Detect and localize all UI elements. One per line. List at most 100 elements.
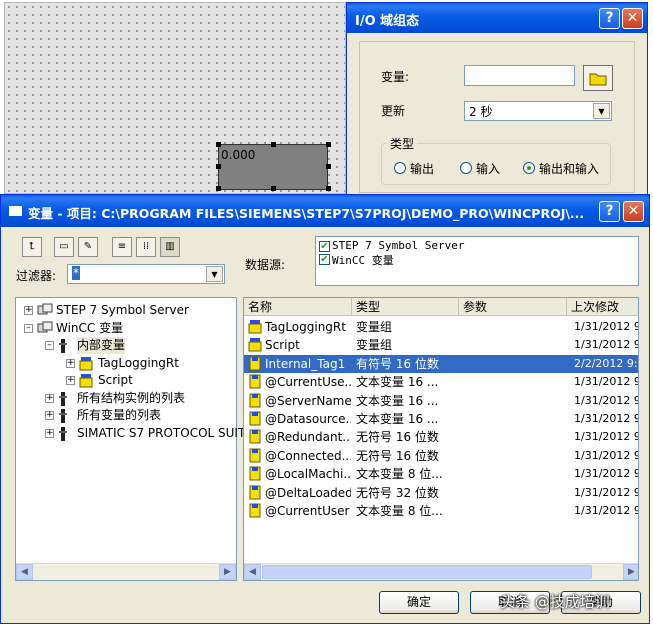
datasource-step7-checkbox[interactable]: ✔ (319, 241, 330, 252)
tag-group-icon (248, 338, 262, 352)
tree-node[interactable]: + SIMATIC S7 PROTOCOL SUIT (16, 425, 245, 442)
scroll-right-icon[interactable]: ▶ (623, 564, 638, 580)
chevron-down-icon[interactable]: ▼ (593, 103, 610, 119)
table-row[interactable]: @DeltaLoaded 无符号 32 位数 1/31/2012 9 (244, 484, 638, 502)
cell-name: Internal_Tag1 (265, 356, 346, 371)
column-header-modified[interactable]: 上次修改 (567, 298, 638, 316)
tree-pane[interactable]: + STEP 7 Symbol Server – WinCC 变量 – 内部变量 + TagL… (15, 297, 245, 581)
io-field-value: 0.000 (221, 148, 256, 162)
connector-icon (59, 391, 67, 406)
tree-node[interactable]: – 内部变量 (16, 337, 236, 354)
tree-horizontal-scrollbar[interactable]: ◀ ▶ (16, 563, 236, 580)
tree-node-label: 内部变量 (77, 337, 126, 354)
resize-handle-tr[interactable] (326, 142, 331, 147)
window-icon (9, 206, 22, 216)
table-row[interactable]: @Connected... 无符号 16 位数 1/31/2012 9 (244, 447, 638, 465)
datasource-list[interactable]: ✔ STEP 7 Symbol Server ✔ WinCC 变量 (315, 236, 639, 286)
column-header-name[interactable]: 名称 (244, 298, 352, 316)
variable-input[interactable] (464, 65, 575, 86)
update-label: 更新 (381, 104, 406, 118)
resize-handle-b[interactable] (271, 186, 276, 191)
main-dialog-title: 变量 - 项目: C:\PROGRAM FILES\SIEMENS\STEP7\… (28, 206, 585, 221)
resize-handle-bl[interactable] (216, 186, 221, 191)
design-canvas[interactable]: 0.000 (4, 2, 346, 194)
resize-handle-t[interactable] (271, 142, 276, 147)
tree-node[interactable]: + Script (16, 372, 236, 389)
tile-view-icon: ⁞⁞ (142, 241, 150, 252)
datasource-wincc-checkbox[interactable]: ✔ (319, 254, 330, 265)
table-row[interactable]: @Redundant... 无符号 16 位数 1/31/2012 9 (244, 428, 639, 446)
up-folder-button[interactable]: ⮤ (22, 237, 42, 257)
tree-expander-icon[interactable]: + (24, 306, 33, 315)
tree-expander-icon[interactable]: + (45, 411, 54, 420)
list-horizontal-scrollbar[interactable]: ◀ ▶ (244, 563, 638, 580)
tree-expander-icon[interactable]: + (45, 428, 54, 438)
tree-expander-icon[interactable]: + (66, 376, 75, 385)
tree-expander-icon[interactable]: – (45, 341, 54, 350)
radio-output[interactable] (394, 162, 406, 174)
tag-icon (249, 411, 261, 426)
scroll-left-icon[interactable]: ◀ (244, 564, 261, 580)
resize-handle-br[interactable] (326, 186, 331, 191)
resize-handle-tl[interactable] (216, 142, 221, 147)
tree-node[interactable]: – WinCC 变量 (16, 320, 236, 337)
column-header-param[interactable]: 参数 (459, 298, 567, 316)
tree-node-label: STEP 7 Symbol Server (56, 303, 189, 317)
table-row[interactable]: @CurrentUser 文本变量 8 位... 1/31/2012 9 (244, 502, 638, 520)
cell-modified: 1/31/2012 9 (574, 393, 639, 407)
table-row[interactable]: Script 变量组 1/31/2012 9 (244, 336, 638, 354)
tree-expander-icon[interactable]: + (45, 393, 54, 403)
scroll-left-icon[interactable]: ◀ (16, 564, 33, 580)
io-dialog-close-button[interactable]: ✕ (622, 8, 643, 29)
cell-name: Script (265, 338, 300, 353)
tree-expander-icon[interactable]: + (66, 358, 75, 368)
tag-group-icon (248, 320, 262, 334)
table-row[interactable]: Internal_Tag1 有符号 16 位数 2/2/2012 9: (244, 354, 638, 374)
io-field-object[interactable]: 0.000 (218, 144, 328, 190)
datasource-label: 数据源: (245, 258, 286, 272)
table-row[interactable]: @ServerName 文本变量 16 ... 1/31/2012 9 (244, 392, 639, 410)
table-row[interactable]: TagLoggingRt 变量组 1/31/2012 9 (244, 318, 638, 336)
tree-node[interactable]: + STEP 7 Symbol Server (16, 302, 236, 319)
update-select[interactable]: 2 秒 ▼ (464, 101, 612, 121)
table-row[interactable]: @CurrentUse... 文本变量 16 ... 1/31/2012 9 (244, 373, 638, 391)
tree-expander-icon[interactable]: – (24, 323, 33, 333)
view-tiles-button[interactable]: ⁞⁞ (136, 237, 156, 257)
resize-handle-l[interactable] (216, 164, 221, 169)
tree-node-label: SIMATIC S7 PROTOCOL SUIT (77, 425, 246, 440)
cell-type: 变量组 (356, 338, 393, 353)
radio-output-input[interactable] (523, 162, 535, 174)
browse-variable-button[interactable] (583, 65, 613, 91)
scroll-thumb[interactable] (262, 565, 592, 579)
table-row[interactable]: @LocalMachi... 文本变量 8 位... 1/31/2012 9 (244, 465, 638, 483)
chevron-down-icon[interactable]: ▼ (206, 266, 223, 282)
view-list-button[interactable]: ≡ (112, 237, 132, 257)
cell-modified: 1/31/2012 9 (574, 430, 639, 444)
filter-combobox[interactable]: * ▼ (67, 264, 225, 284)
cell-modified: 1/31/2012 9 (574, 412, 639, 425)
tree-node[interactable]: + 所有结构实例的列表 (16, 390, 236, 407)
cell-name: @LocalMachi... (265, 467, 351, 482)
cell-type: 文本变量 16 ... (356, 412, 439, 426)
column-header-type[interactable]: 类型 (352, 298, 459, 316)
tree-node[interactable]: + TagLoggingRt (16, 355, 236, 372)
edit-button[interactable]: ✎ (78, 237, 98, 257)
main-dialog-help-button[interactable]: ? (599, 201, 620, 222)
tree-node[interactable]: + 所有变量的列表 (16, 407, 236, 424)
new-group-button[interactable]: ▭ (54, 237, 74, 257)
tag-icon (249, 466, 261, 481)
variable-browser-dialog: 变量 - 项目: C:\PROGRAM FILES\SIEMENS\STEP7\… (0, 194, 650, 624)
radio-output-label: 输出 (410, 162, 435, 176)
tree-node-label: WinCC 变量 (56, 320, 124, 335)
io-dialog-help-button[interactable]: ? (599, 8, 620, 29)
radio-input[interactable] (460, 162, 472, 174)
main-dialog-close-button[interactable]: ✕ (623, 201, 644, 222)
ok-button[interactable]: 确定 (379, 591, 459, 614)
io-dialog-titlebar[interactable]: I/O 域组态 ? ✕ (347, 3, 647, 33)
view-details-button[interactable]: ▥ (160, 237, 180, 257)
variable-list-pane[interactable]: 名称 类型 参数 上次修改 TagLoggingRt 变量组 1/31/2012 9… (243, 297, 639, 581)
main-dialog-titlebar[interactable]: 变量 - 项目: C:\PROGRAM FILES\SIEMENS\STEP7\… (1, 195, 649, 227)
scroll-right-icon[interactable]: ▶ (219, 564, 236, 580)
table-row[interactable]: @Datasource... 文本变量 16 ... 1/31/2012 9 (244, 410, 639, 428)
resize-handle-r[interactable] (326, 164, 331, 169)
